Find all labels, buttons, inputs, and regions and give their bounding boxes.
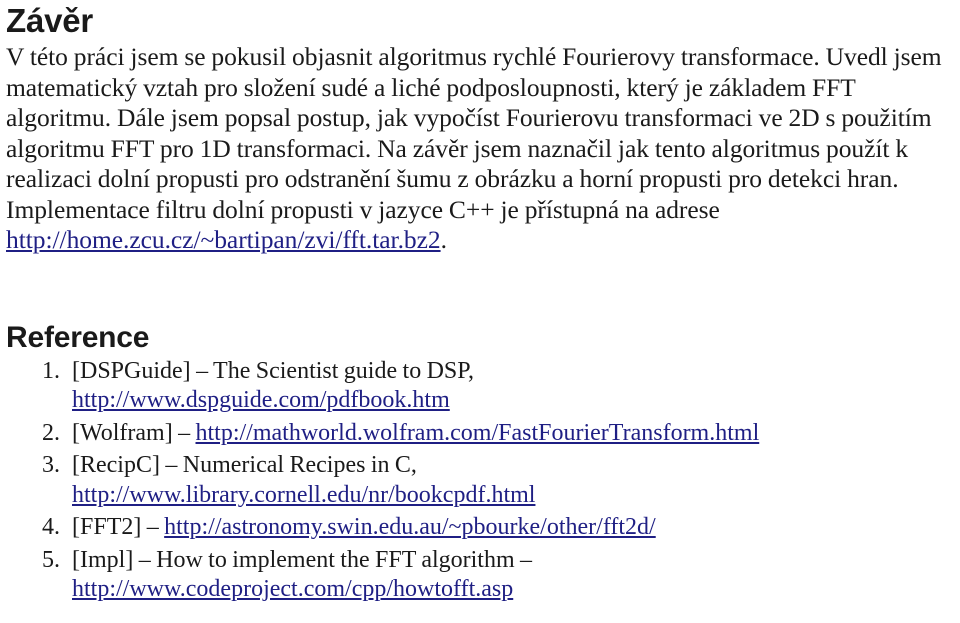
conclusion-paragraph-text-part2: . (440, 225, 447, 254)
list-item-number: 5. (42, 546, 60, 573)
list-item: 4. [FFT2] – http://astronomy.swin.edu.au… (4, 513, 956, 543)
list-item-number: 3. (42, 452, 60, 478)
list-item-number: 2. (42, 419, 60, 446)
link-cornell-numerical-recipes[interactable]: http://www.library.cornell.edu/nr/bookcp… (72, 482, 535, 508)
link-dspguide[interactable]: http://www.dspguide.com/pdfbook.htm (72, 387, 450, 413)
document-page: Závěr V této práci jsem se pokusil objas… (0, 2, 960, 623)
list-item-label: [DSPGuide] – The Scientist guide to DSP, (72, 357, 474, 384)
list-item: 5. [Impl] – How to implement the FFT alg… (4, 546, 956, 605)
list-item: 3. [RecipC] – Numerical Recipes in C, ht… (4, 451, 956, 510)
link-codeproject-howtofft[interactable]: http://www.codeproject.com/cpp/howtofft.… (72, 576, 513, 602)
conclusion-paragraph: V této práci jsem se pokusil objasnit al… (6, 42, 956, 256)
link-wolfram-mathworld[interactable]: http://mathworld.wolfram.com/FastFourier… (196, 420, 760, 446)
list-item-label: [FFT2] – (72, 514, 165, 540)
link-fft-archive[interactable]: http://home.zcu.cz/~bartipan/zvi/fft.tar… (6, 225, 441, 254)
list-item-link-line: http://www.library.cornell.edu/nr/bookcp… (72, 481, 956, 511)
list-item-label: [RecipC] – Numerical Recipes in C, (72, 452, 417, 478)
list-item: 2. [Wolfram] – http://mathworld.wolfram.… (4, 419, 956, 449)
list-item-label: [Impl] – How to implement the FFT algori… (72, 546, 533, 573)
section-heading-reference: Reference (6, 320, 150, 354)
list-item-link-line: http://www.codeproject.com/cpp/howtofft.… (72, 575, 956, 605)
list-item-number: 4. (42, 514, 60, 540)
list-item-link-line: http://www.dspguide.com/pdfbook.htm (72, 386, 956, 416)
list-item: 1. [DSPGuide] – The Scientist guide to D… (4, 357, 956, 416)
link-swinburne-fft2d[interactable]: http://astronomy.swin.edu.au/~pbourke/ot… (164, 514, 656, 540)
reference-list: 1. [DSPGuide] – The Scientist guide to D… (4, 357, 956, 605)
conclusion-paragraph-text-part1: V této práci jsem se pokusil objasnit al… (6, 42, 942, 224)
list-item-label: [Wolfram] – (72, 419, 196, 446)
page-title-zaver: Závěr (6, 2, 94, 39)
list-item-number: 1. (42, 357, 60, 384)
